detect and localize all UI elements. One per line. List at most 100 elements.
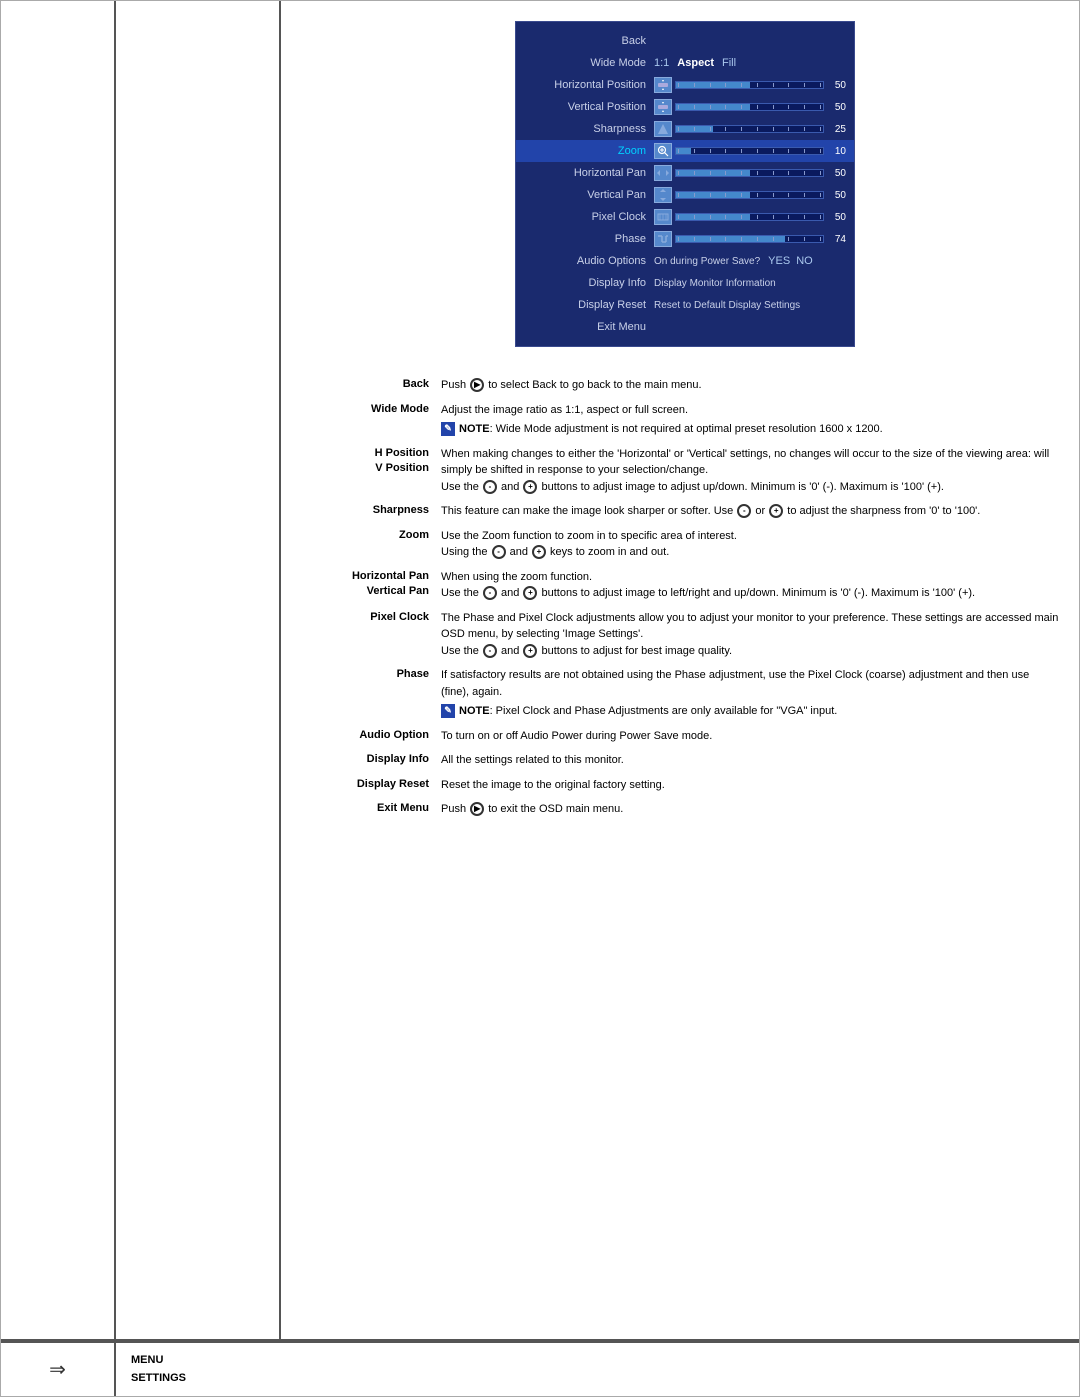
- pixel-clock-track: [675, 213, 824, 221]
- osd-row-pixel-clock[interactable]: Pixel Clock 50: [516, 206, 854, 228]
- osd-value-h-pan: 50: [654, 165, 846, 181]
- left-border-col: [1, 1, 116, 1339]
- osd-row-v-pan[interactable]: Vertical Pan 50: [516, 184, 854, 206]
- desc-content-back: Push ▶ to select Back to go back to the …: [441, 377, 1059, 394]
- desc-content-zoom: Use the Zoom function to zoom in to spec…: [441, 528, 1059, 561]
- osd-value-v-pos: 50: [654, 99, 846, 115]
- h-pan-slider-container: 50: [654, 165, 846, 181]
- desc-content-sharpness: This feature can make the image look sha…: [441, 503, 1059, 520]
- pixel-clock-slider-container: 50: [654, 209, 846, 225]
- desc-label-pan: Horizontal PanVertical Pan: [311, 569, 441, 602]
- h-pan-value: 50: [826, 168, 846, 179]
- osd-label-back: Back: [524, 35, 654, 47]
- osd-label-zoom: Zoom: [524, 145, 654, 157]
- osd-row-h-pos[interactable]: Horizontal Position 50: [516, 74, 854, 96]
- wide-mode-aspect[interactable]: Aspect: [677, 57, 714, 69]
- sharpness-track: [675, 125, 824, 133]
- desc-label-back: Back: [311, 377, 441, 394]
- osd-label-sharpness: Sharpness: [524, 123, 654, 135]
- circle-plus-pc: +: [523, 644, 537, 658]
- wide-mode-1-1[interactable]: 1:1: [654, 57, 669, 69]
- audio-no-btn[interactable]: NO: [796, 255, 813, 267]
- zoom-track: [675, 147, 824, 155]
- h-pos-track: [675, 81, 824, 89]
- phase-note: ✎ NOTE: Pixel Clock and Phase Adjustment…: [441, 703, 1059, 720]
- v-pos-value: 50: [826, 102, 846, 113]
- osd-row-audio-options[interactable]: Audio Options On during Power Save? YES …: [516, 250, 854, 272]
- desc-content-display-info: All the settings related to this monitor…: [441, 752, 1059, 769]
- osd-value-wide-mode: 1:1 Aspect Fill: [654, 57, 846, 69]
- pixel-clock-icon: [654, 209, 672, 225]
- osd-row-back[interactable]: Back: [516, 30, 854, 52]
- main-content: Back Wide Mode 1:1 Aspect Fill: [1, 1, 1079, 1341]
- phase-value: 74: [826, 234, 846, 245]
- v-pos-icon: [654, 99, 672, 115]
- phase-track: [675, 235, 824, 243]
- main-col: Back Wide Mode 1:1 Aspect Fill: [281, 1, 1079, 1339]
- osd-label-h-pos: Horizontal Position: [524, 79, 654, 91]
- osd-value-zoom: 10: [654, 143, 846, 159]
- osd-row-v-pos[interactable]: Vertical Position 50: [516, 96, 854, 118]
- pixel-clock-value: 50: [826, 212, 846, 223]
- note-icon-wide-mode: ✎: [441, 422, 455, 436]
- osd-label-audio-options: Audio Options: [524, 255, 654, 267]
- osd-label-phase: Phase: [524, 233, 654, 245]
- osd-wide-buttons: 1:1 Aspect Fill: [654, 57, 736, 69]
- osd-row-zoom[interactable]: Zoom 10: [516, 140, 854, 162]
- desc-content-display-reset: Reset the image to the original factory …: [441, 777, 1059, 794]
- footer-text-col: MENU SETTINGS: [116, 1347, 201, 1392]
- footer-bar: ⇒ MENU SETTINGS: [1, 1341, 1079, 1396]
- desc-row-display-info: Display Info All the settings related to…: [311, 752, 1059, 769]
- osd-label-wide-mode: Wide Mode: [524, 57, 654, 69]
- desc-row-phase: Phase If satisfactory results are not ob…: [311, 667, 1059, 720]
- desc-content-hv-pos: When making changes to either the 'Horiz…: [441, 446, 1059, 496]
- osd-row-wide-mode[interactable]: Wide Mode 1:1 Aspect Fill: [516, 52, 854, 74]
- osd-label-display-info: Display Info: [524, 277, 654, 289]
- sharpness-slider-container: 25: [654, 121, 846, 137]
- osd-label-pixel-clock: Pixel Clock: [524, 211, 654, 223]
- h-pos-slider-container: 50: [654, 77, 846, 93]
- osd-value-sharpness: 25: [654, 121, 846, 137]
- osd-value-display-reset: Reset to Default Display Settings: [654, 300, 846, 311]
- desc-label-audio-opt: Audio Option: [311, 728, 441, 745]
- audio-options-text: On during Power Save?: [654, 256, 760, 267]
- note-text-wide-mode: NOTE: Wide Mode adjustment is not requir…: [459, 421, 883, 438]
- osd-value-audio-options: On during Power Save? YES NO: [654, 255, 846, 267]
- footer-icon-col: ⇒: [1, 1343, 116, 1396]
- desc-label-display-reset-d: Display Reset: [311, 777, 441, 794]
- v-pan-track: [675, 191, 824, 199]
- desc-label-zoom-d: Zoom: [311, 528, 441, 561]
- osd-menu: Back Wide Mode 1:1 Aspect Fill: [515, 21, 855, 347]
- desc-label-phase-d: Phase: [311, 667, 441, 720]
- footer-label2: SETTINGS: [131, 1370, 186, 1388]
- desc-label-display-info-d: Display Info: [311, 752, 441, 769]
- desc-content-phase: If satisfactory results are not obtained…: [441, 667, 1059, 720]
- h-pan-icon: [654, 165, 672, 181]
- menu-icon: ⇒: [49, 1357, 66, 1382]
- v-pan-value: 50: [826, 190, 846, 201]
- osd-value-phase: 74: [654, 231, 846, 247]
- osd-row-sharpness[interactable]: Sharpness 25: [516, 118, 854, 140]
- desc-label-wide-mode: Wide Mode: [311, 402, 441, 438]
- circle-minus-s: -: [737, 504, 751, 518]
- zoom-value: 10: [826, 146, 846, 157]
- osd-value-h-pos: 50: [654, 77, 846, 93]
- desc-row-hv-pos: H PositionV Position When making changes…: [311, 446, 1059, 496]
- circle-plus-z: +: [532, 545, 546, 559]
- osd-label-exit-menu: Exit Menu: [524, 321, 654, 333]
- audio-yes-btn[interactable]: YES: [768, 255, 790, 267]
- desc-content-wide-mode: Adjust the image ratio as 1:1, aspect or…: [441, 402, 1059, 438]
- osd-row-display-info[interactable]: Display Info Display Monitor Information: [516, 272, 854, 294]
- osd-row-h-pan[interactable]: Horizontal Pan 50: [516, 162, 854, 184]
- display-reset-text: Reset to Default Display Settings: [654, 300, 800, 311]
- wide-mode-fill[interactable]: Fill: [722, 57, 736, 69]
- osd-row-phase[interactable]: Phase 74: [516, 228, 854, 250]
- circle-plus-h: +: [523, 480, 537, 494]
- osd-row-display-reset[interactable]: Display Reset Reset to Default Display S…: [516, 294, 854, 316]
- osd-row-exit-menu[interactable]: Exit Menu: [516, 316, 854, 338]
- phase-icon: [654, 231, 672, 247]
- desc-content-exit-menu: Push ▶ to exit the OSD main menu.: [441, 801, 1059, 818]
- circle-plus-p: +: [523, 586, 537, 600]
- circle-minus-p: -: [483, 586, 497, 600]
- sharpness-value: 25: [826, 124, 846, 135]
